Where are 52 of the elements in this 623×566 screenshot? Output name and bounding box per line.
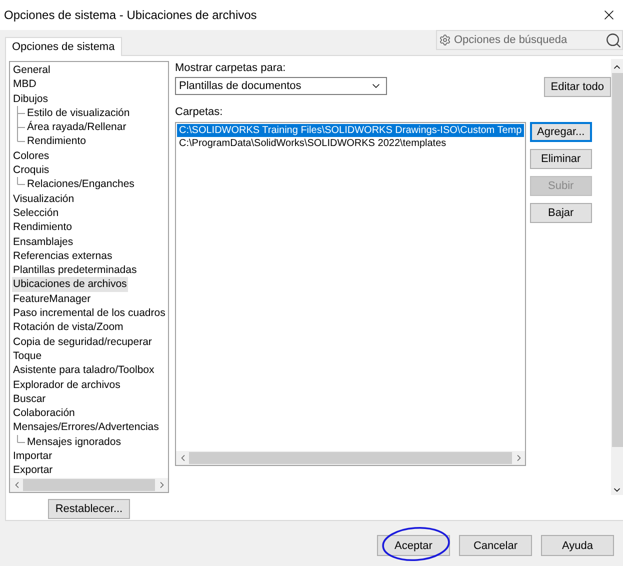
tree-item[interactable]: Ubicaciones de archivos bbox=[12, 277, 128, 292]
tree-item[interactable]: Colores bbox=[12, 148, 50, 164]
tree-item[interactable]: Rendimiento bbox=[26, 134, 87, 149]
tree-item[interactable]: Toque bbox=[12, 348, 43, 364]
folder-path[interactable]: C:\ProgramData\SolidWorks\SOLIDWORKS 2022\templates bbox=[177, 137, 524, 150]
tree-item[interactable]: Asistente para taladro/Toolbox bbox=[12, 363, 156, 378]
tree-item[interactable]: Colaboración bbox=[12, 406, 76, 420]
folder-path[interactable]: C:\SOLIDWORKS Training Files\SOLIDWORKS Drawings-ISO\Custom Temp bbox=[177, 124, 524, 137]
folder-button[interactable]: Bajar bbox=[530, 203, 592, 223]
tree-item[interactable]: Visualización bbox=[12, 192, 76, 206]
tree-item[interactable]: Plantillas predeterminadas bbox=[12, 263, 138, 278]
tab[interactable]: Opciones de sistema bbox=[5, 37, 122, 56]
scrollbar-thumb[interactable] bbox=[23, 479, 155, 491]
tree-item[interactable]: Mensajes ignorados bbox=[26, 434, 122, 450]
tree-item[interactable]: Paso incremental de los cuadros bbox=[12, 306, 166, 320]
tree-item[interactable]: Copia de seguridad/recuperar bbox=[12, 334, 153, 349]
tree-connector-icon bbox=[17, 177, 25, 186]
tree-item[interactable]: Selección bbox=[12, 206, 60, 220]
reset-button[interactable]: Restablecer... bbox=[48, 499, 130, 519]
dialog-button[interactable]: Cancelar bbox=[459, 535, 532, 556]
search-icon[interactable] bbox=[605, 32, 622, 48]
tree-item[interactable]: General bbox=[12, 63, 52, 78]
tree-item[interactable]: MBD bbox=[12, 77, 38, 92]
window-title: Opciones de sistema - Ubicaciones de archivos bbox=[4, 8, 257, 22]
scrollbar-thumb[interactable] bbox=[189, 452, 512, 464]
tree-item[interactable]: Importar bbox=[12, 449, 54, 464]
tree-item[interactable]: Explorador de archivos bbox=[12, 378, 122, 392]
dialog-button[interactable]: Aceptar bbox=[377, 535, 450, 556]
edit-all-button[interactable]: Editar todo bbox=[544, 77, 611, 97]
dialog-button[interactable]: Ayuda bbox=[541, 535, 614, 556]
tree-item[interactable]: Rotación de vista/Zoom bbox=[12, 320, 124, 335]
settings-icon bbox=[439, 34, 451, 46]
folder-button[interactable]: Agregar... bbox=[530, 122, 592, 142]
folder-type-dropdown[interactable]: Plantillas de documentos bbox=[175, 77, 387, 95]
tree-item[interactable]: FeatureManager bbox=[12, 292, 92, 306]
tree-item[interactable]: Mensajes/Errores/Advertencias bbox=[12, 420, 160, 435]
tree-item[interactable]: Área rayada/Rellenar bbox=[26, 120, 128, 134]
tree-connector-icon bbox=[17, 434, 25, 443]
tree-item[interactable]: Exportar bbox=[12, 463, 54, 478]
field-label: Carpetas: bbox=[175, 105, 224, 119]
folder-button[interactable]: Eliminar bbox=[530, 149, 592, 169]
tree-item[interactable]: Referencias externas bbox=[12, 248, 114, 264]
tree-item[interactable]: Croquis bbox=[12, 163, 50, 178]
tree-item[interactable]: Dibujos bbox=[12, 92, 50, 106]
tree-item[interactable]: Rendimiento bbox=[12, 220, 73, 235]
tree-item[interactable]: Buscar bbox=[12, 392, 47, 406]
search-field[interactable]: Opciones de búsqueda bbox=[436, 30, 623, 50]
field-label: Mostrar carpetas para: bbox=[175, 61, 287, 75]
tree-item[interactable]: Ensamblajes bbox=[12, 234, 74, 249]
tree-item[interactable]: Estilo de visualización bbox=[26, 106, 131, 120]
tree-item[interactable]: Relaciones/Enganches bbox=[26, 177, 136, 192]
scrollbar-thumb[interactable] bbox=[612, 73, 622, 447]
